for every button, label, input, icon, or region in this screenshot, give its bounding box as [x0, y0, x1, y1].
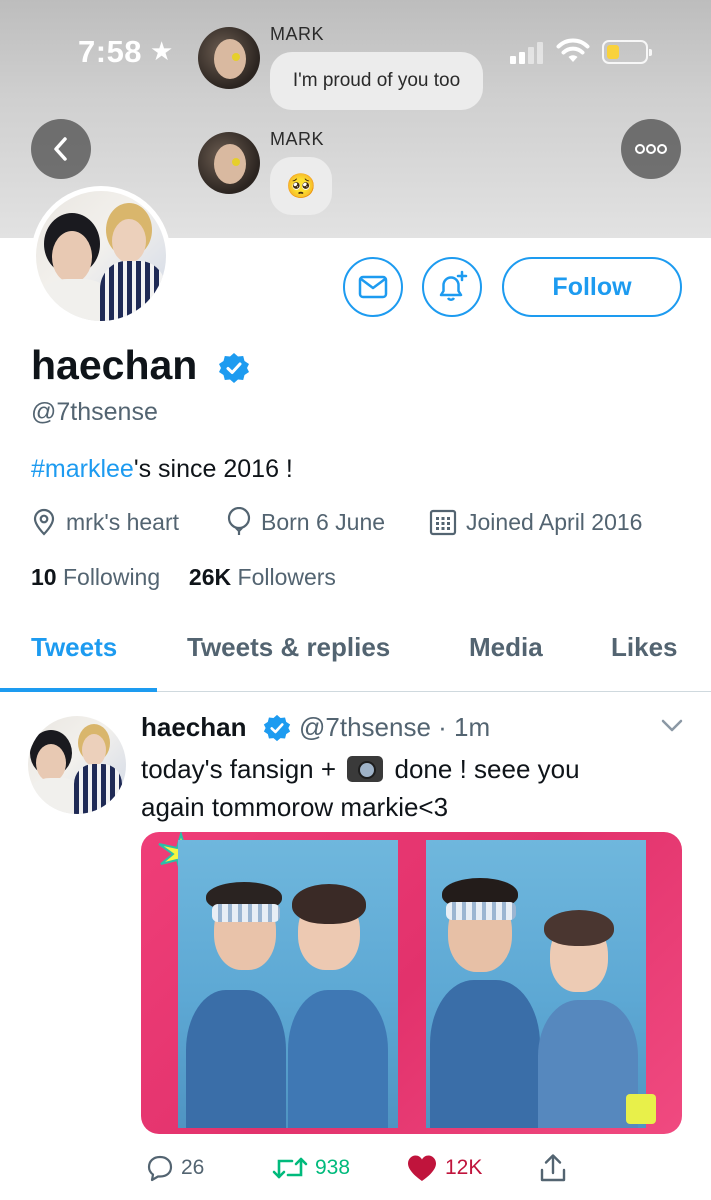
sender-name: MARK	[270, 24, 325, 44]
follow-button[interactable]: Follow	[502, 257, 682, 317]
tweet-text-part: again tommorow markie<3	[141, 792, 449, 822]
more-options-button[interactable]	[621, 119, 681, 179]
notifications-button[interactable]	[422, 257, 482, 317]
camera-flash-icon	[347, 756, 384, 782]
retweet-count: 938	[315, 1156, 351, 1179]
share-icon	[540, 1154, 566, 1182]
back-button[interactable]	[31, 119, 91, 179]
heart-filled-icon	[408, 1155, 436, 1181]
photocard-left	[178, 840, 398, 1128]
location-pin-icon	[33, 508, 55, 536]
music-note-icon	[626, 1094, 656, 1124]
tab-media[interactable]: Media	[469, 632, 543, 663]
following-link[interactable]: 10 Following	[31, 564, 160, 590]
status-time: 7:58	[78, 34, 143, 69]
photocard-right	[426, 840, 646, 1128]
bio-text: 's since 2016 !	[133, 455, 293, 483]
profile-handle: @7thsense	[31, 398, 158, 426]
sender-name: MARK	[270, 129, 325, 149]
birthday-text: Born 6 June	[261, 508, 386, 535]
message-button[interactable]	[343, 257, 403, 317]
profile-joined: Joined April 2016	[429, 506, 642, 538]
tweet-text-part: today's fansign +	[141, 754, 337, 784]
calendar-icon	[429, 509, 457, 536]
chevron-down-icon[interactable]	[660, 718, 684, 734]
follow-counts: 10 Following 26K Followers	[31, 564, 336, 591]
tweet-media-image[interactable]	[141, 832, 682, 1134]
location-text: mrk's heart	[66, 508, 180, 535]
profile-bio: #marklee's since 2016 !	[31, 455, 293, 484]
tweet-text: today's fansign + done ! seee you again …	[141, 750, 681, 826]
verified-badge-icon	[219, 353, 249, 383]
verified-badge-icon	[263, 714, 291, 742]
tab-tweets-and-replies[interactable]: Tweets & replies	[187, 632, 390, 663]
joined-text: Joined April 2016	[466, 508, 643, 535]
tab-likes[interactable]: Likes	[611, 632, 678, 663]
retweet-button[interactable]: 938	[272, 1152, 350, 1184]
active-tab-indicator	[0, 688, 157, 692]
chevron-left-icon	[54, 137, 67, 161]
cellular-signal-icon	[510, 42, 544, 64]
profile-avatar[interactable]	[31, 186, 171, 326]
profile-tabs: Tweets Tweets & replies Media Likes	[0, 610, 711, 692]
sender-avatar	[198, 27, 260, 89]
tweet-text-part: done ! seee you	[394, 754, 580, 784]
retweet-icon	[272, 1157, 308, 1179]
envelope-icon	[358, 275, 388, 299]
tweet-author-name[interactable]: haechan	[141, 712, 247, 743]
tab-tweets[interactable]: Tweets	[31, 632, 117, 663]
balloon-icon	[227, 507, 251, 535]
reply-icon	[147, 1155, 173, 1182]
like-count: 12K	[445, 1156, 483, 1179]
followers-link[interactable]: 26K Followers	[189, 564, 336, 590]
message-bubble[interactable]: I'm proud of you too	[270, 52, 483, 110]
hashtag-link[interactable]: #marklee	[31, 455, 134, 483]
message-bubble[interactable]: 🥺	[270, 157, 332, 215]
reply-count: 26	[181, 1156, 205, 1179]
wifi-icon	[556, 38, 590, 62]
profile-birthday: Born 6 June	[226, 506, 385, 538]
tweet-handle-time: @7thsense · 1m	[299, 712, 491, 742]
battery-icon	[602, 40, 652, 64]
share-button[interactable]	[539, 1152, 574, 1184]
reply-button[interactable]: 26	[146, 1152, 204, 1184]
tweet-avatar[interactable]	[28, 716, 126, 814]
more-icon	[635, 144, 667, 154]
star-icon: ★	[150, 36, 174, 66]
sender-avatar	[198, 132, 260, 194]
like-button[interactable]: 12K	[406, 1152, 482, 1184]
bell-plus-icon	[439, 270, 468, 301]
profile-location: mrk's heart	[31, 506, 179, 538]
display-name: haechan	[31, 342, 198, 388]
